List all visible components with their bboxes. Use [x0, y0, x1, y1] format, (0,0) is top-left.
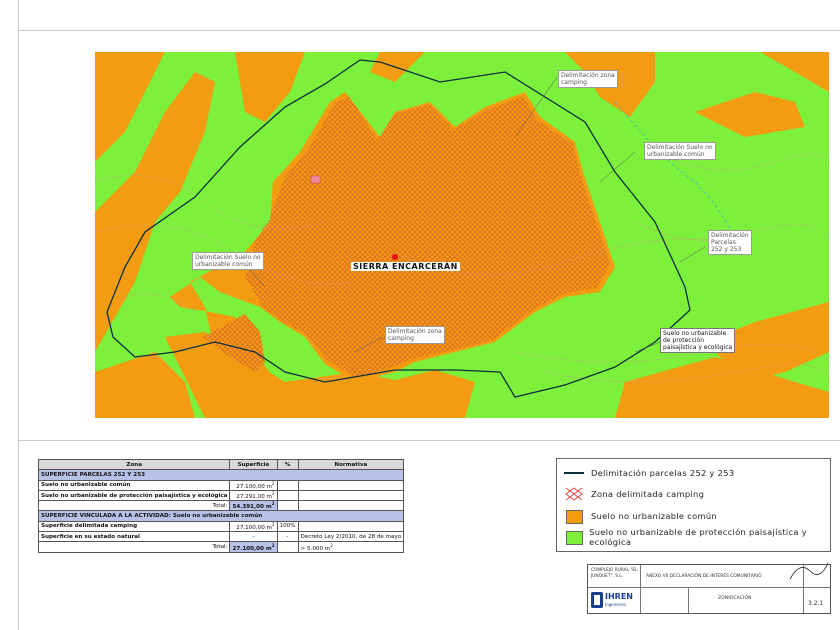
- cell-superficie: 27.100,00 m2: [229, 479, 278, 491]
- boundary-line-icon: [563, 466, 585, 480]
- cell-superficie: 27.291,00 m2: [229, 489, 278, 502]
- cell-normativa: [297, 520, 405, 533]
- total-row: Total: 27.100,00 m2 > 5.000 m2: [37, 541, 405, 553]
- total-label: Total:: [37, 500, 231, 512]
- label-zona-camping-bottom: Delimitación zona camping: [385, 326, 445, 344]
- company-logo: IHREN Ingenieros: [591, 590, 639, 610]
- section-row: SUPERFICIE PARCELAS 252 Y 253: [37, 469, 405, 481]
- center-point: [392, 254, 398, 260]
- cell-superficie: -: [229, 531, 278, 543]
- frame-top-line: [18, 30, 840, 31]
- frame-left-line: [18, 0, 19, 630]
- client-name: COMPLEJO RURAL "EL JUNQUET", S.L.: [591, 568, 638, 579]
- header-pct: %: [276, 458, 299, 471]
- green-swatch-icon: [563, 530, 583, 545]
- total-value: 27.100,00 m2: [229, 541, 278, 553]
- section-actividad: SUPERFICIE VINCULADA A LA ACTIVIDAD: Sue…: [37, 510, 405, 522]
- total-label: Total:: [37, 541, 231, 553]
- cell-superficie: 27.100,00 m2: [229, 520, 278, 533]
- cell-normativa: [297, 489, 405, 502]
- label-no-urbanizable-right: Delimitación Suelo no urbanizable común: [644, 142, 716, 160]
- section-row: SUPERFICIE VINCULADA A LA ACTIVIDAD: Sue…: [37, 510, 405, 522]
- header-superficie: Superficie: [229, 458, 278, 471]
- legend-label: Zona delimitada camping: [591, 489, 705, 499]
- cell-normativa: [297, 479, 405, 491]
- cell-normativa: Decreto Ley 2/2010, de 28 de mayo: [297, 531, 405, 543]
- legend-item-parcelas: Delimitación parcelas 252 y 253: [563, 466, 734, 480]
- table-row: Superficie en su estado natural - - Decr…: [37, 531, 405, 543]
- legend-label: Suelo no urbanizable de protección paisa…: [589, 527, 807, 547]
- cell-pct: -: [276, 531, 299, 543]
- total-row: Total: 54.391,00 m2: [37, 500, 405, 512]
- cell-pct: [276, 489, 299, 502]
- drawing-number: 3.2.1: [808, 600, 824, 607]
- cell-zona: Suelo no urbanizable común: [37, 479, 231, 491]
- table-header-row: Zona Superficie % Normativa: [37, 458, 405, 471]
- label-zona-camping-top: Delimitación zona camping: [558, 70, 618, 88]
- pink-marker: [310, 175, 321, 184]
- cell-zona: Superficie delimitada camping: [37, 520, 231, 533]
- company-sub: Ingenieros: [605, 602, 626, 607]
- legend: Delimitación parcelas 252 y 253 Zona del…: [556, 458, 831, 552]
- logo-icon: [591, 592, 603, 608]
- label-parcelas: Delimitación Parcelas 252 y 253: [708, 230, 752, 255]
- cell-pct: 100%: [276, 520, 299, 533]
- legend-label: Suelo no urbanizable común: [591, 511, 717, 521]
- table-row: Suelo no urbanizable común 27.100,00 m2: [37, 479, 405, 491]
- title-block: COMPLEJO RURAL "EL JUNQUET", S.L. ANEXO …: [587, 562, 831, 614]
- company-name: IHREN: [605, 592, 633, 601]
- frame-mid-line: [18, 440, 840, 441]
- orange-swatch-icon: [563, 509, 585, 524]
- cell-zona: Superficie en su estado natural: [37, 531, 231, 543]
- legend-item-camping: Zona delimitada camping: [563, 487, 704, 501]
- zone-table: Zona Superficie % Normativa SUPERFICIE P…: [37, 458, 405, 553]
- label-proteccion: Suelo no urbanizable de protección paisa…: [660, 328, 736, 353]
- annex-title: ANEXO VII DECLARACIÓN DE INTERÉS COMUNIT…: [646, 574, 762, 579]
- cell-zona: Suelo no urbanizable de protección paisa…: [37, 489, 231, 502]
- legend-item-comun: Suelo no urbanizable común: [563, 509, 717, 524]
- hatch-icon: [563, 487, 585, 501]
- legend-item-proteccion: Suelo no urbanizable de protección paisa…: [563, 527, 830, 547]
- header-zona: Zona: [37, 458, 231, 471]
- cell-normativa: > 5.000 m2: [297, 541, 405, 553]
- table-row: Superficie delimitada camping 27.100,00 …: [37, 520, 405, 533]
- legend-label: Delimitación parcelas 252 y 253: [591, 468, 735, 478]
- sierra-label: SIERRA ENCARCERÁN: [351, 262, 460, 271]
- total-value: 54.391,00 m2: [229, 500, 278, 512]
- drawing-title: ZONIFICACIÓN: [718, 596, 752, 601]
- table-row: Suelo no urbanizable de protección paisa…: [37, 489, 405, 502]
- section-parcelas: SUPERFICIE PARCELAS 252 Y 253: [37, 469, 405, 481]
- label-no-urbanizable-left: Delimitación Suelo no urbanizable común: [192, 252, 264, 270]
- cell-pct: [276, 479, 299, 491]
- signature: [789, 562, 829, 580]
- header-normativa: Normativa: [297, 458, 405, 471]
